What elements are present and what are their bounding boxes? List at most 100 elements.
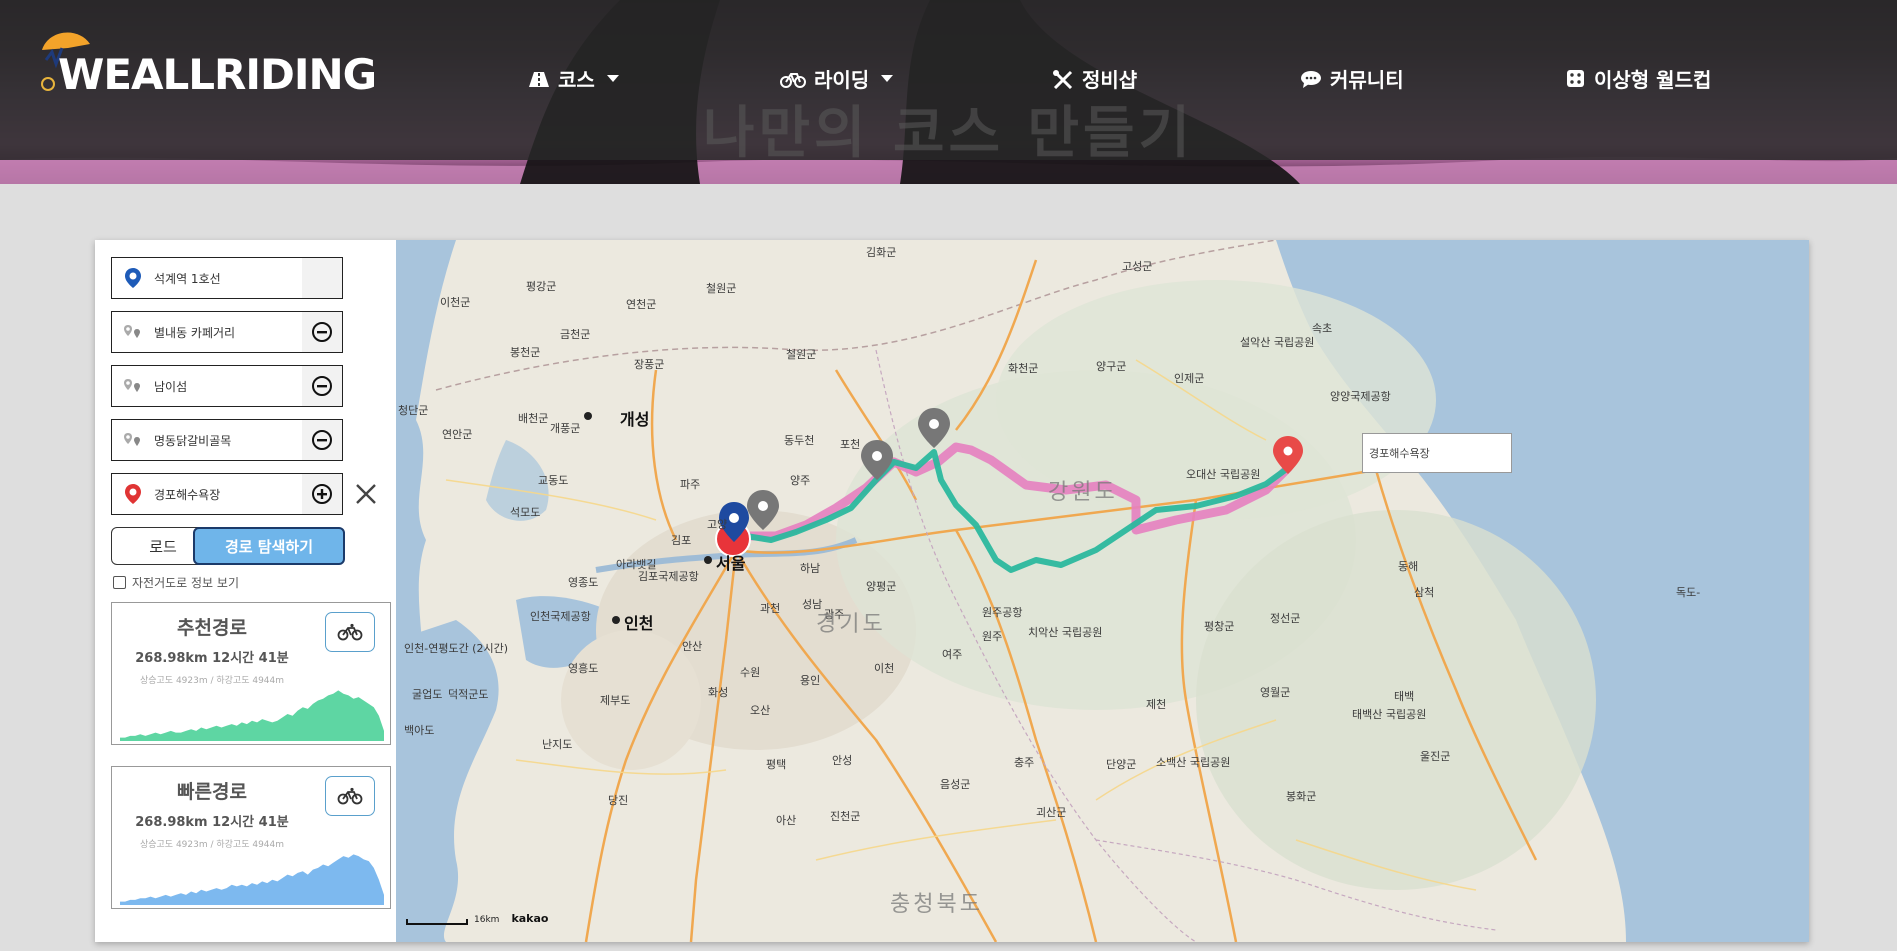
map-label: 장풍군 bbox=[634, 358, 665, 371]
remove-waypoint-button[interactable] bbox=[302, 312, 342, 352]
scale-bar bbox=[406, 919, 468, 925]
minus-circle-icon bbox=[312, 430, 332, 450]
map-label: 원주공항 bbox=[982, 606, 1023, 619]
map-label: 아라뱃길 bbox=[616, 558, 657, 571]
map-label: 배천군 bbox=[518, 412, 549, 425]
map-place-popup[interactable]: 경포해수욕장 bbox=[1362, 433, 1512, 473]
nav-riding-label: 라이딩 bbox=[814, 68, 870, 92]
map-label: 파주 bbox=[680, 478, 701, 491]
map-region-label: 강원도 bbox=[1048, 480, 1118, 505]
map-label: 김포 bbox=[671, 534, 692, 547]
elevation-chart bbox=[120, 854, 384, 905]
map-label: 봉화군 bbox=[1286, 790, 1317, 803]
nav-worldcup[interactable]: 이상형 월드컵 bbox=[1566, 64, 1711, 93]
map-label: 평택 bbox=[766, 758, 787, 771]
map-label: 음성군 bbox=[940, 778, 971, 791]
road-icon bbox=[529, 71, 549, 87]
map-label: 제부도 bbox=[600, 694, 631, 707]
map-label: 평창군 bbox=[1204, 620, 1235, 633]
map-provider-logo: kakao bbox=[511, 912, 549, 925]
route-title: 빠른경로 bbox=[177, 781, 247, 803]
map-label: 김화군 bbox=[866, 246, 897, 259]
remove-waypoint-button[interactable] bbox=[302, 366, 342, 406]
map-label: 정선군 bbox=[1270, 612, 1301, 625]
add-waypoint-button[interactable] bbox=[302, 474, 342, 514]
bicycle-icon bbox=[337, 623, 363, 641]
clear-waypoint-button[interactable] bbox=[349, 473, 383, 515]
course-builder-card: 석계역 1호선 별내동 카페거리 남이섬 명동닭갈비골목 경포해수욕장 로드 경… bbox=[95, 240, 1809, 942]
nav-course[interactable]: 코스 bbox=[528, 64, 619, 93]
map-label: 양양국제공항 bbox=[1330, 390, 1391, 403]
map-label: 연안군 bbox=[442, 428, 473, 441]
map-label: 개풍군 bbox=[550, 422, 581, 435]
bicycle-icon bbox=[337, 787, 363, 805]
map-label: 하남 bbox=[800, 562, 821, 575]
map-label: 양주 bbox=[790, 474, 811, 487]
bike-road-checkbox[interactable] bbox=[113, 576, 126, 589]
route-title: 추천경로 bbox=[177, 617, 247, 639]
elevation-area bbox=[120, 690, 384, 741]
ride-route-button[interactable] bbox=[325, 776, 375, 816]
bike-road-label: 자전거도로 정보 보기 bbox=[132, 576, 239, 590]
map-label: 화천군 bbox=[1008, 362, 1039, 375]
plus-circle-icon bbox=[312, 484, 332, 504]
map-label: 덕적군도 bbox=[448, 688, 489, 701]
map-label: 충주 bbox=[1014, 756, 1035, 769]
map-label: 설악산 국립공원 bbox=[1240, 336, 1315, 349]
map-label: 치악산 국립공원 bbox=[1028, 626, 1103, 639]
map-city-label: 서울 bbox=[716, 554, 746, 573]
waypoint-via-field[interactable]: 명동닭갈비골목 bbox=[111, 419, 343, 461]
nav-community[interactable]: 커뮤니티 bbox=[1300, 64, 1404, 93]
map-label: 동해 bbox=[1398, 560, 1419, 573]
site-header: 나만의 코스 만들기 WEALLRIDING 코스 라이딩 정비샵 커뮤니티 이… bbox=[0, 0, 1897, 184]
scale-label: 16km bbox=[474, 915, 500, 925]
waypoint-via-value: 남이섬 bbox=[154, 379, 188, 394]
elevation-area bbox=[120, 854, 384, 905]
map-label: 영종도 bbox=[568, 576, 599, 589]
dice-icon bbox=[1567, 69, 1584, 87]
map-label: 화성 bbox=[708, 686, 729, 699]
map-label: 삼척 bbox=[1414, 586, 1435, 599]
end-marker-icon bbox=[112, 474, 154, 514]
bike-road-toggle[interactable]: 자전거도로 정보 보기 bbox=[113, 574, 239, 591]
map-region-label: 충청북도 bbox=[890, 892, 983, 917]
map-label: 인천국제공항 bbox=[530, 610, 591, 623]
search-route-button[interactable]: 경로 탐색하기 bbox=[193, 527, 345, 565]
map-label: 원주 bbox=[982, 630, 1003, 643]
start-marker-icon bbox=[112, 258, 154, 298]
map-label: 오산 bbox=[750, 704, 771, 717]
nav-repair-shop[interactable]: 정비샵 bbox=[1052, 64, 1137, 93]
remove-waypoint-button[interactable] bbox=[302, 420, 342, 460]
map-label: 속초 bbox=[1312, 322, 1333, 335]
map-label: 단양군 bbox=[1106, 758, 1137, 771]
map-label: 금천군 bbox=[560, 328, 591, 341]
map-label: 봉천군 bbox=[510, 346, 541, 359]
map-label: 고양 bbox=[707, 518, 728, 531]
waypoint-via-field[interactable]: 별내동 카페거리 bbox=[111, 311, 343, 353]
close-icon bbox=[356, 484, 376, 504]
route-panel: 석계역 1호선 별내동 카페거리 남이섬 명동닭갈비골목 경포해수욕장 로드 경… bbox=[95, 240, 396, 942]
route-card-fastest[interactable]: 빠른경로 268.98km 12시간 41분 상승고도 4923m / 하강고도… bbox=[111, 766, 391, 909]
waypoint-start-field[interactable]: 석계역 1호선 bbox=[111, 257, 343, 299]
nav-riding[interactable]: 라이딩 bbox=[780, 64, 894, 93]
nav-course-label: 코스 bbox=[558, 68, 595, 92]
map-region-label: 경기도 bbox=[816, 612, 886, 637]
waypoint-end-field[interactable]: 경포해수욕장 bbox=[111, 473, 343, 515]
route-map[interactable]: 김화군 고성군 평강군 철원군 이천군 연천군 철원군 금천군 봉천군 장풍군 … bbox=[396, 240, 1809, 942]
route-card-recommended[interactable]: 추천경로 268.98km 12시간 41분 상승고도 4923m / 하강고도… bbox=[111, 602, 391, 745]
map-city-label: 인천 bbox=[624, 614, 654, 633]
map-canvas[interactable] bbox=[396, 240, 1809, 942]
ride-route-button[interactable] bbox=[325, 612, 375, 652]
map-label: 철원군 bbox=[786, 348, 817, 361]
map-label: 괴산군 bbox=[1036, 806, 1067, 819]
map-label: 고성군 bbox=[1122, 260, 1153, 273]
map-label: 태백산 국립공원 bbox=[1352, 708, 1427, 721]
map-label: 굴업도 bbox=[412, 688, 443, 701]
bicycle-icon bbox=[780, 72, 806, 88]
chevron-down-icon bbox=[881, 75, 894, 82]
waypoint-via-field[interactable]: 남이섬 bbox=[111, 365, 343, 407]
map-label: 양구군 bbox=[1096, 360, 1127, 373]
map-label: 연천군 bbox=[626, 298, 657, 311]
brand-logo[interactable]: WEALLRIDING bbox=[58, 50, 377, 99]
map-label: 양평군 bbox=[866, 580, 897, 593]
